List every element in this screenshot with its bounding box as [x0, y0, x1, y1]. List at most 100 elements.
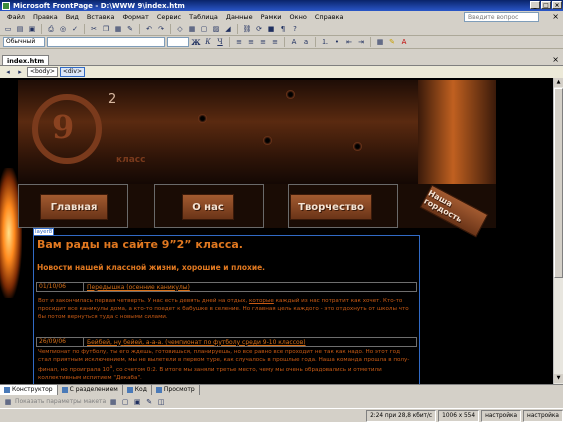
- content-layer[interactable]: Вам рады на сайте 9”2” класса. Новости н…: [33, 235, 420, 384]
- underline-icon[interactable]: Ч: [215, 37, 225, 47]
- outdent-icon[interactable]: ⇤: [344, 37, 354, 47]
- insert-layer-icon[interactable]: ▢: [199, 24, 209, 34]
- menu-window[interactable]: Окно: [286, 13, 311, 21]
- cut-icon[interactable]: ✂: [89, 24, 99, 34]
- news-caption-link[interactable]: бейей: [123, 339, 142, 346]
- font-size-select[interactable]: [167, 37, 189, 47]
- frontpage-app-icon: [2, 1, 10, 10]
- cell-icon[interactable]: ▢: [120, 397, 130, 407]
- tag-forward-icon[interactable]: ▸: [15, 67, 25, 77]
- news-caption[interactable]: Бейбей, ну бейей, а-а-а. (чемпионат по ф…: [84, 339, 306, 346]
- table-icon[interactable]: ▦: [108, 397, 118, 407]
- numbering-icon[interactable]: ⒈: [320, 37, 330, 47]
- show-formatting-icon[interactable]: ¶: [278, 24, 288, 34]
- nav-button-creative[interactable]: Творчество: [290, 194, 372, 220]
- paste-icon[interactable]: ▦: [113, 24, 123, 34]
- tab-split[interactable]: С разделением: [58, 385, 123, 395]
- redo-icon[interactable]: ↷: [156, 24, 166, 34]
- news-caption[interactable]: Передышка (осенние каникулы): [84, 284, 190, 291]
- mode-status-2[interactable]: настройка: [523, 409, 563, 422]
- scroll-up-arrow-icon[interactable]: ▲: [554, 78, 563, 87]
- layout-toolbar: ▦ Показать параметры макета ▦ ▢ ▣ ✎ ◫: [0, 395, 563, 408]
- page-size-status[interactable]: 1006 x 554: [438, 409, 480, 422]
- scroll-down-arrow-icon[interactable]: ▼: [554, 374, 563, 383]
- style-select[interactable]: Обычный: [3, 37, 45, 47]
- tab-preview[interactable]: Просмотр: [152, 385, 200, 395]
- highlight-icon[interactable]: ✎: [387, 37, 397, 47]
- tag-body[interactable]: <body>: [27, 67, 58, 77]
- preview-icon[interactable]: ◎: [58, 24, 68, 34]
- show-layout-params[interactable]: Показать параметры макета: [15, 398, 106, 405]
- nav-button-about[interactable]: О нас: [182, 194, 234, 220]
- draw-table-icon[interactable]: ✎: [144, 397, 154, 407]
- italic-icon[interactable]: К: [203, 37, 213, 47]
- layout-tools-icon[interactable]: ▦: [3, 397, 13, 407]
- decrease-font-icon[interactable]: a: [301, 37, 311, 47]
- insert-picture-icon[interactable]: ▨: [211, 24, 221, 34]
- layer-icon[interactable]: ▣: [132, 397, 142, 407]
- hyperlink-icon[interactable]: ⛓: [242, 24, 252, 34]
- insert-table-icon[interactable]: ▦: [187, 24, 197, 34]
- save-icon[interactable]: ▣: [27, 24, 37, 34]
- spelling-icon[interactable]: ✓: [70, 24, 80, 34]
- standard-toolbar: ▭ ▤ ▣ ⎙ ◎ ✓ ✂ ❐ ▦ ✎ ↶ ↷ ◇ ▦ ▢ ▨ ◢ ⛓ ⟳ ■ …: [0, 23, 563, 36]
- mode-status-1[interactable]: настройка: [481, 409, 522, 422]
- justify-icon[interactable]: ≡: [270, 37, 280, 47]
- scroll-thumb[interactable]: [554, 88, 563, 278]
- copy-icon[interactable]: ❐: [101, 24, 111, 34]
- news-date: 26/09/06: [37, 338, 84, 346]
- format-painter-icon[interactable]: ✎: [125, 24, 135, 34]
- split-view-icon: [61, 387, 68, 393]
- menu-data[interactable]: Данные: [222, 13, 257, 21]
- borders-icon[interactable]: ▦: [375, 37, 385, 47]
- close-button[interactable]: ×: [552, 1, 562, 9]
- nav-button-pride[interactable]: Наша гордость: [419, 184, 489, 238]
- maximize-button[interactable]: □: [541, 1, 551, 9]
- align-right-icon[interactable]: ≡: [258, 37, 268, 47]
- refresh-icon[interactable]: ⟳: [254, 24, 264, 34]
- close-document-icon[interactable]: ×: [552, 12, 559, 22]
- indent-icon[interactable]: ⇥: [356, 37, 366, 47]
- close-tab-icon[interactable]: ×: [552, 55, 559, 64]
- tab-design[interactable]: Конструктор: [0, 385, 58, 395]
- menu-edit[interactable]: Правка: [29, 13, 62, 21]
- menu-file[interactable]: Файл: [3, 13, 29, 21]
- bold-icon[interactable]: Ж: [191, 37, 201, 47]
- tag-back-icon[interactable]: ◂: [3, 67, 13, 77]
- navigation-bar: Главная О нас Творчество Наша гордость: [18, 184, 496, 238]
- open-icon[interactable]: ▤: [15, 24, 25, 34]
- toolbar-separator: [84, 24, 85, 34]
- news-link[interactable]: которые: [249, 298, 274, 304]
- menu-help[interactable]: Справка: [311, 13, 348, 21]
- new-page-icon[interactable]: ▭: [3, 24, 13, 34]
- eraser-icon[interactable]: ◫: [156, 397, 166, 407]
- nav-button-home[interactable]: Главная: [40, 194, 108, 220]
- increase-font-icon[interactable]: A: [289, 37, 299, 47]
- minimize-button[interactable]: _: [530, 1, 540, 9]
- font-color-icon[interactable]: A: [399, 37, 409, 47]
- tab-code[interactable]: Код: [123, 385, 152, 395]
- tag-div[interactable]: <div>: [59, 67, 85, 77]
- align-center-icon[interactable]: ≡: [246, 37, 256, 47]
- align-left-icon[interactable]: ≡: [234, 37, 244, 47]
- stop-icon[interactable]: ■: [266, 24, 276, 34]
- menu-view[interactable]: Вид: [62, 13, 83, 21]
- vertical-scrollbar[interactable]: ▲ ▼: [553, 78, 563, 384]
- menu-table[interactable]: Таблица: [185, 13, 222, 21]
- print-icon[interactable]: ⎙: [46, 24, 56, 34]
- design-canvas[interactable]: 9 2 класс Главная О нас Творчество Наша …: [0, 78, 553, 384]
- web-component-icon[interactable]: ◇: [175, 24, 185, 34]
- status-bar: 2:24 при 28,8 кбит/с 1006 x 554 настройк…: [0, 408, 563, 422]
- menu-frames[interactable]: Рамки: [257, 13, 286, 21]
- news-caption-text: , а-а-а. (чемпионат по футболу среди 9-1…: [142, 338, 306, 346]
- menu-tools[interactable]: Сервис: [153, 13, 185, 21]
- font-select[interactable]: [47, 37, 165, 47]
- menu-format[interactable]: Формат: [118, 13, 152, 21]
- help-icon[interactable]: ?: [290, 24, 300, 34]
- menu-insert[interactable]: Вставка: [83, 13, 119, 21]
- drawing-icon[interactable]: ◢: [223, 24, 233, 34]
- help-question-input[interactable]: Введите вопрос: [464, 12, 539, 22]
- bullets-icon[interactable]: •: [332, 37, 342, 47]
- undo-icon[interactable]: ↶: [144, 24, 154, 34]
- title-bar: Microsoft FrontPage - D:\WWW 9\index.htm…: [0, 0, 563, 11]
